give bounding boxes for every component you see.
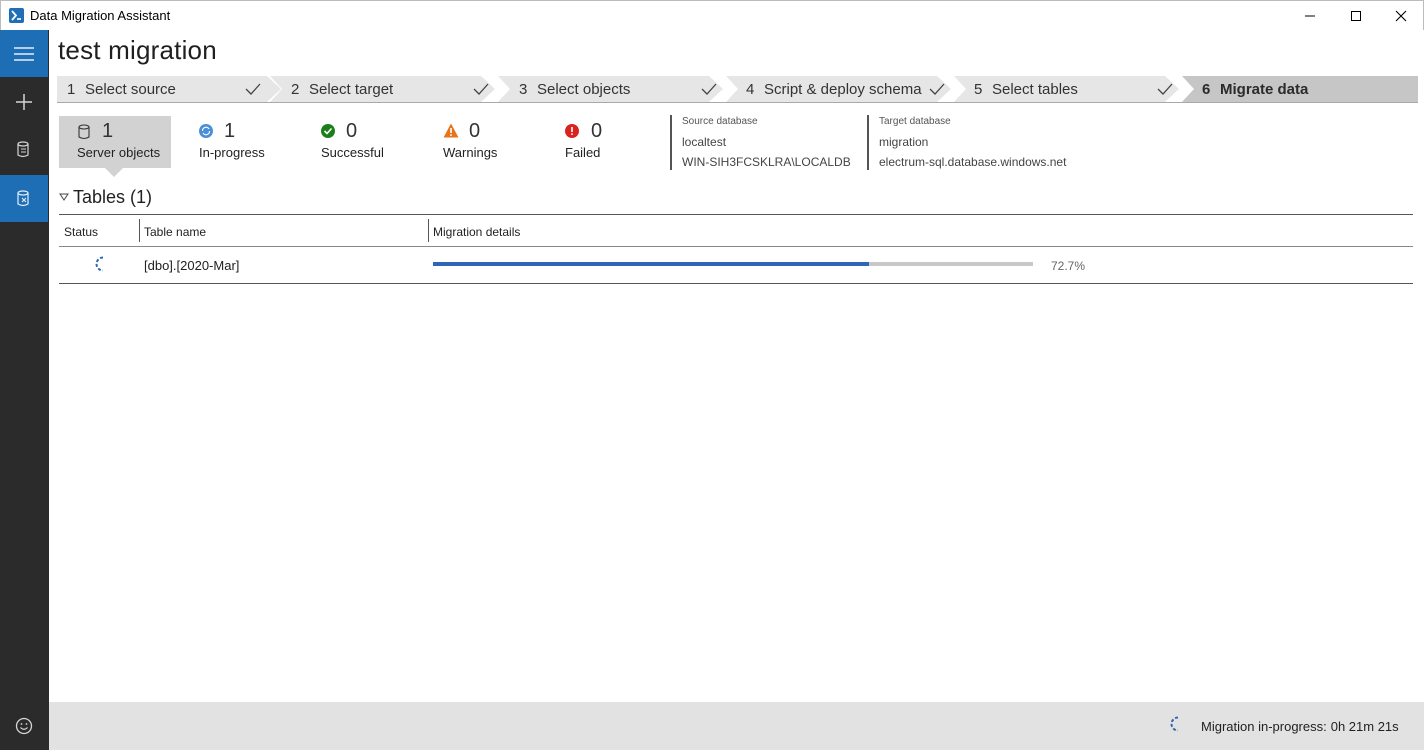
minimize-icon — [1305, 15, 1315, 17]
grid-top-border — [59, 214, 1413, 215]
database-icon — [78, 124, 90, 140]
spinner-icon — [95, 256, 104, 272]
migration-status-label: Migration in-progress: — [1201, 719, 1327, 734]
step-label: Select objects — [537, 81, 631, 98]
warning-triangle-icon — [443, 123, 459, 138]
step-label: Script & deploy schema — [764, 81, 922, 98]
successful-label: Successful — [321, 145, 384, 160]
step-number: 3 — [519, 81, 528, 98]
smiley-face-icon — [15, 717, 33, 735]
step-label: Migrate data — [1220, 81, 1309, 98]
step-select-source[interactable]: 1 Select source — [57, 76, 281, 102]
source-divider — [670, 115, 672, 170]
checkmark-icon — [701, 83, 717, 95]
window-title: Data Migration Assistant — [30, 8, 171, 23]
target-divider — [867, 115, 869, 170]
stat-successful[interactable]: 0 Successful — [321, 116, 401, 168]
status-footer: Migration in-progress: 0h 21m 21s — [49, 702, 1424, 750]
server-objects-count: 1 — [102, 120, 114, 142]
stat-warnings[interactable]: 0 Warnings — [443, 116, 523, 168]
column-header-migration-details[interactable]: Migration details — [433, 225, 520, 239]
stat-failed[interactable]: 0 Failed — [565, 116, 635, 168]
server-objects-label: Server objects — [77, 145, 161, 160]
step-select-objects[interactable]: 3 Select objects — [498, 76, 723, 102]
selected-stat-pointer — [105, 168, 123, 177]
step-script-deploy-schema[interactable]: 4 Script & deploy schema — [726, 76, 951, 102]
step-select-tables[interactable]: 5 Select tables — [954, 76, 1179, 102]
maximize-icon — [1351, 11, 1361, 21]
step-label: Select tables — [992, 81, 1078, 98]
column-separator[interactable] — [139, 219, 140, 242]
migration-status-text: Migration in-progress: 0h 21m 21s — [1201, 719, 1399, 734]
failed-label: Failed — [565, 145, 601, 160]
step-migrate-data[interactable]: 6 Migrate data — [1182, 76, 1418, 102]
sync-icon — [199, 124, 213, 138]
grid-header-border — [59, 246, 1413, 247]
target-server-name: electrum-sql.database.windows.net — [879, 155, 1067, 169]
grid-row-border — [59, 283, 1413, 284]
error-circle-icon — [565, 124, 579, 138]
step-number: 5 — [974, 81, 983, 98]
hamburger-menu-icon — [14, 47, 34, 61]
migration-progress-fill — [433, 262, 870, 266]
table-name-cell: [dbo].[2020-Mar] — [144, 258, 240, 273]
step-label: Select source — [85, 81, 176, 98]
steps-divider — [57, 102, 1418, 103]
plus-icon — [16, 94, 32, 110]
sidebar-menu-button[interactable] — [0, 30, 48, 77]
checkmark-icon — [245, 83, 261, 95]
failed-count: 0 — [591, 120, 603, 142]
step-number: 6 — [1202, 81, 1211, 98]
warnings-label: Warnings — [443, 145, 498, 160]
stat-server-objects[interactable]: 1 Server objects — [59, 116, 171, 168]
source-database-name: localtest — [682, 135, 727, 149]
sidebar-new-project-button[interactable] — [0, 78, 48, 125]
step-select-target[interactable]: 2 Select target — [270, 76, 495, 102]
in-progress-count: 1 — [224, 120, 236, 142]
check-circle-icon — [321, 124, 335, 138]
step-number: 2 — [291, 81, 300, 98]
target-database-name: migration — [879, 135, 929, 149]
stat-in-progress[interactable]: 1 In-progress — [199, 116, 289, 168]
migration-progress-percent: 72.7% — [1051, 259, 1086, 273]
database-migrate-icon — [17, 190, 29, 207]
target-database-caption: Target database — [879, 116, 951, 127]
sidebar-assessments-button[interactable] — [0, 126, 48, 173]
sidebar-feedback-button[interactable] — [0, 702, 48, 749]
minimize-button[interactable] — [1287, 1, 1333, 31]
step-label: Select target — [309, 81, 394, 98]
source-server-name: WIN-SIH3FCSKLRA\LOCALDB — [682, 155, 851, 169]
migration-elapsed-time: 0h 21m 21s — [1330, 719, 1399, 734]
column-separator[interactable] — [428, 219, 429, 242]
database-report-icon — [17, 141, 29, 158]
tables-section-header[interactable]: Tables (1) — [73, 187, 152, 208]
step-number: 1 — [67, 81, 76, 98]
column-header-table-name[interactable]: Table name — [144, 225, 206, 239]
close-icon — [1395, 10, 1407, 22]
wizard-steps: 1 Select source 2 Select target 3 Select… — [57, 76, 1418, 102]
left-sidebar — [0, 30, 49, 750]
warnings-count: 0 — [469, 120, 481, 142]
source-database-caption: Source database — [682, 116, 758, 127]
maximize-button[interactable] — [1333, 1, 1379, 31]
close-button[interactable] — [1378, 1, 1424, 31]
checkmark-icon — [473, 83, 489, 95]
collapse-triangle-icon[interactable] — [59, 192, 69, 202]
checkmark-icon — [929, 83, 945, 95]
project-title: test migration — [58, 35, 217, 65]
window-title-bar: Data Migration Assistant — [0, 0, 1424, 30]
step-number: 4 — [746, 81, 755, 98]
dma-logo-icon — [9, 8, 24, 23]
sidebar-migrations-button[interactable] — [0, 175, 48, 222]
in-progress-label: In-progress — [199, 145, 265, 160]
migration-progress-bar — [433, 262, 1033, 266]
column-header-status[interactable]: Status — [64, 225, 98, 239]
spinner-icon — [1170, 716, 1179, 732]
successful-count: 0 — [346, 120, 358, 142]
checkmark-icon — [1157, 83, 1173, 95]
